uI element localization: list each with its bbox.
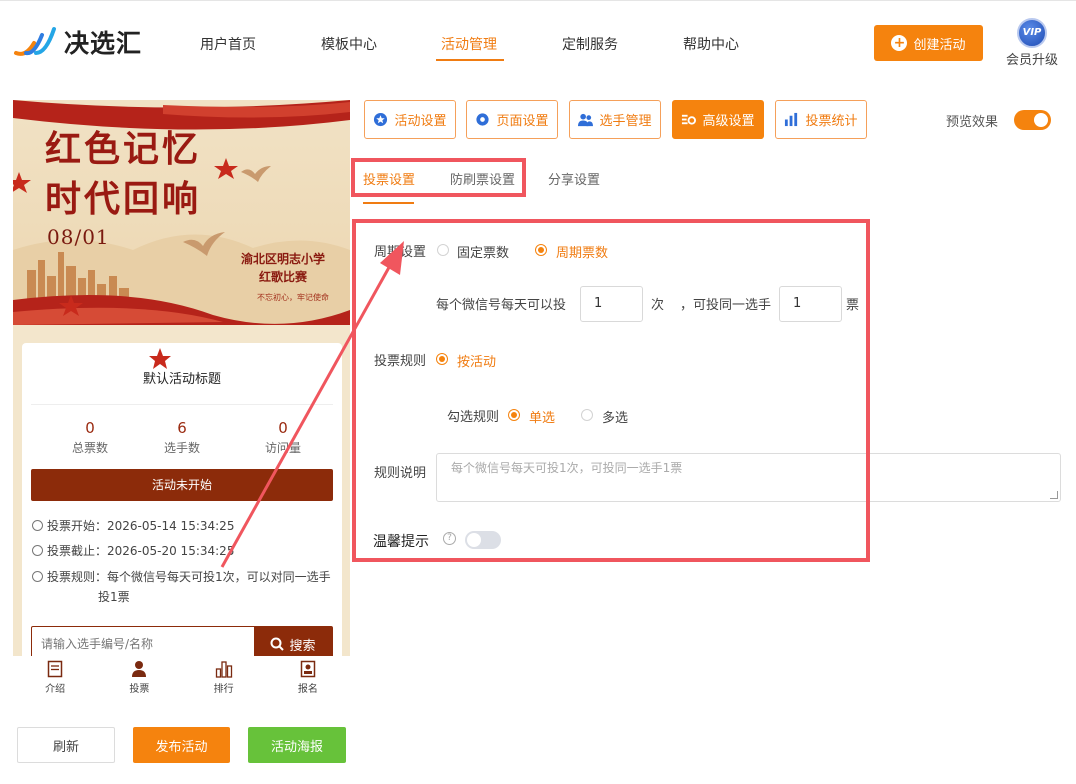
stat-value: 0 (278, 419, 288, 437)
vote-end-text: 投票截止：2026-05-20 15:34:25 (47, 544, 235, 558)
bottom-nav-signup[interactable]: 报名 (266, 656, 350, 700)
clock-icon (32, 545, 43, 556)
highlight-box-subtabs (351, 158, 526, 197)
bottom-nav-label: 介绍 (45, 684, 66, 695)
document-icon (47, 660, 63, 678)
subtab-active-indicator (363, 202, 414, 204)
nav-templates[interactable]: 模板中心 (321, 34, 377, 54)
user-icon (132, 661, 147, 677)
vote-start-text: 投票开始：2026-05-14 15:34:25 (47, 519, 235, 533)
brand-name: 决选汇 (64, 29, 143, 58)
bottom-nav-label: 报名 (297, 684, 318, 695)
stat-visits: 0 访问量 (233, 419, 333, 456)
star-circle-icon (374, 112, 388, 127)
users-icon (578, 113, 594, 127)
highlight-box-form (352, 219, 870, 562)
gear-icon (476, 113, 490, 126)
mobile-preview: 红色记忆 时代回响 08/01 渝北区明志小学 红歌比赛 不忘初心，牢记使命 默… (13, 100, 350, 656)
activity-banner: 红色记忆 时代回响 08/01 渝北区明志小学 红歌比赛 不忘初心，牢记使命 (13, 100, 350, 325)
bottom-nav-vote[interactable]: 投票 (97, 656, 181, 700)
settings-icon (682, 114, 697, 125)
create-activity-label: 创建活动 (913, 37, 966, 53)
stat-label: 总票数 (71, 441, 108, 455)
subtab-share-settings[interactable]: 分享设置 (548, 169, 600, 188)
tab-page-settings[interactable]: 页面设置 (466, 100, 558, 139)
tab-advanced-settings[interactable]: 高级设置 (672, 100, 764, 139)
logo[interactable]: 决选汇 (12, 23, 142, 61)
search-icon (270, 637, 285, 651)
contestant-search-input[interactable] (32, 627, 254, 656)
nav-custom-service[interactable]: 定制服务 (562, 34, 618, 54)
activity-card: 默认活动标题 0 总票数 6 选手数 0 访问量 活动未开始 投票开始：2026… (22, 343, 342, 656)
preview-effect-label: 预览效果 (946, 115, 999, 130)
vip-label: 会员升级 (1005, 53, 1058, 68)
tab-contestant-management[interactable]: 选手管理 (569, 100, 661, 139)
bar-chart-icon (785, 112, 798, 127)
nav-home[interactable]: 用户首页 (200, 34, 256, 54)
tab-activity-settings[interactable]: 活动设置 (364, 100, 456, 139)
stat-label: 访问量 (264, 441, 301, 455)
toggle-knob (1034, 113, 1048, 127)
publish-activity-button[interactable]: 发布活动 (133, 727, 230, 763)
contestant-search: 搜索 (31, 626, 333, 656)
logo-icon (14, 27, 56, 56)
banner-date: 08/01 (47, 225, 110, 249)
bottom-nav-label: 排行 (213, 684, 234, 695)
refresh-button[interactable]: 刷新 (17, 727, 115, 763)
vip-upgrade[interactable]: VIP 会员升级 (1005, 18, 1059, 68)
nav-active-indicator (436, 59, 504, 61)
activity-title: 默认活动标题 (142, 372, 221, 387)
vote-end-info: 投票截止：2026-05-20 15:34:25 (32, 541, 234, 561)
banner-slogan: 不忘初心，牢记使命 (257, 293, 329, 302)
nav-activity-management[interactable]: 活动管理 (441, 34, 497, 54)
info-icon (32, 571, 43, 582)
stat-value: 0 (85, 419, 95, 437)
banner-title-line1: 红色记忆 (45, 128, 202, 170)
preview-bottom-nav: 介绍 投票 排行 报名 (13, 656, 350, 700)
stat-label: 选手数 (163, 441, 200, 455)
stat-contestants: 6 选手数 (132, 419, 232, 456)
resize-handle-icon[interactable] (1050, 491, 1058, 499)
tab-label: 投票统计 (805, 114, 858, 129)
plus-icon: + (891, 35, 908, 51)
create-activity-button[interactable]: + 创建活动 (874, 25, 983, 61)
tab-label: 活动设置 (394, 114, 447, 129)
activity-status-bar: 活动未开始 (31, 469, 333, 501)
bottom-nav-label: 投票 (129, 684, 150, 695)
search-button-label: 搜索 (289, 638, 316, 654)
search-button[interactable]: 搜索 (254, 627, 332, 656)
stat-total-votes: 0 总票数 (40, 419, 140, 456)
tab-label: 高级设置 (702, 114, 755, 129)
vote-start-info: 投票开始：2026-05-14 15:34:25 (32, 516, 234, 536)
vote-rule-line1: 投票规则：每个微信号每天可投1次，可以对同一选手 (47, 570, 331, 584)
stat-value: 6 (177, 419, 187, 437)
tab-label: 页面设置 (496, 114, 549, 129)
activity-poster-button[interactable]: 活动海报 (248, 727, 346, 763)
bottom-nav-intro[interactable]: 介绍 (13, 656, 97, 700)
divider (31, 404, 333, 405)
id-card-icon (300, 660, 316, 678)
tab-vote-statistics[interactable]: 投票统计 (775, 100, 867, 139)
banner-school-name: 渝北区明志小学 (241, 252, 326, 266)
bottom-nav-ranking[interactable]: 排行 (182, 656, 266, 700)
vote-rule-info: 投票规则：每个微信号每天可投1次，可以对同一选手投1票 (32, 567, 332, 607)
vote-rule-line2: 投1票 (98, 590, 130, 604)
vip-icon: VIP (1017, 18, 1047, 48)
clock-icon (32, 520, 43, 531)
tab-label: 选手管理 (599, 114, 652, 129)
banner-title-line2: 时代回响 (45, 178, 202, 220)
nav-help-center[interactable]: 帮助中心 (683, 34, 739, 54)
banner-school: 渝北区明志小学 红歌比赛 (241, 250, 325, 286)
bar-chart-icon (215, 661, 232, 678)
preview-effect-toggle[interactable] (1014, 110, 1051, 130)
top-header: 决选汇 用户首页 模板中心 活动管理 定制服务 帮助中心 + 创建活动 VIP … (0, 0, 1076, 82)
banner-event-name: 红歌比赛 (259, 270, 308, 284)
